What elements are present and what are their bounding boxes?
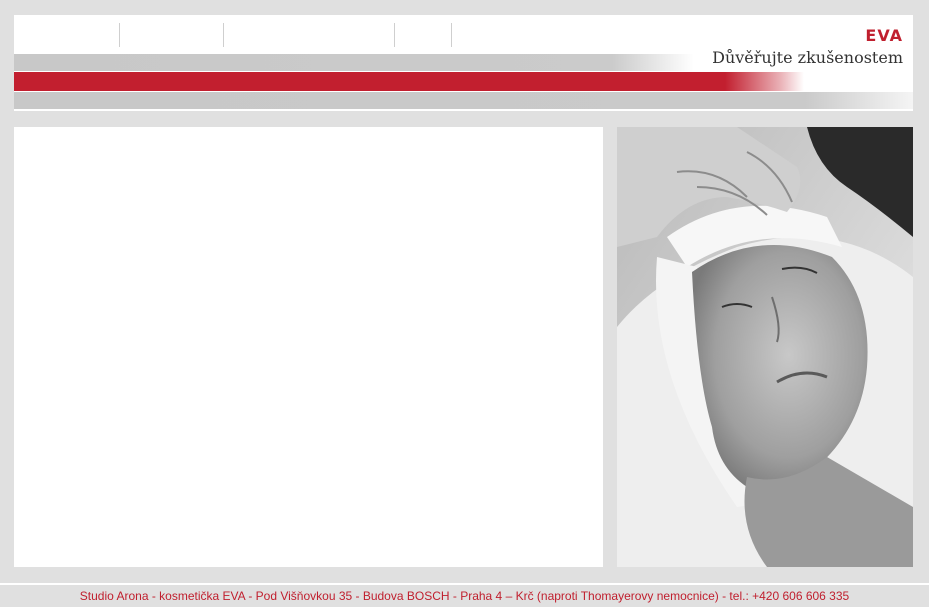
site-header: EVA Důvěřujte zkušenostem xyxy=(14,15,913,111)
header-stripe-red xyxy=(14,72,804,91)
nav-item-3[interactable] xyxy=(224,23,394,47)
footer-contact: Studio Arona - kosmetička EVA - Pod Višň… xyxy=(79,589,850,603)
main-content xyxy=(14,127,603,567)
photo-illustration xyxy=(617,127,913,567)
header-stripe-gray-bottom xyxy=(14,92,913,109)
nav-item-2[interactable] xyxy=(120,23,223,47)
facial-massage-photo xyxy=(617,127,913,567)
nav-separator xyxy=(451,23,452,47)
brand-tagline: Důvěřujte zkušenostem xyxy=(712,48,903,67)
footer-divider xyxy=(0,583,929,585)
nav-item-1[interactable] xyxy=(14,23,119,47)
brand-logo[interactable]: EVA xyxy=(865,26,903,45)
header-stripe-gray-top xyxy=(14,54,694,71)
nav-item-4[interactable] xyxy=(395,23,451,47)
